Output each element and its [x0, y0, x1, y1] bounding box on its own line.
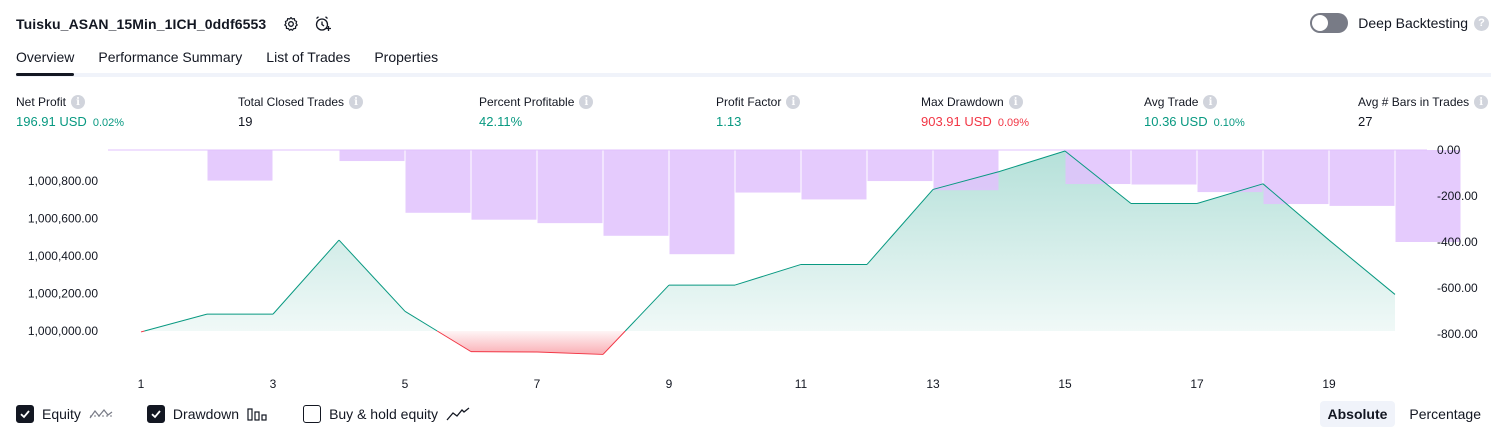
- drawdown-bar: [471, 150, 537, 220]
- checkbox-checked[interactable]: [16, 405, 34, 423]
- metric-percent: 0.02%: [92, 117, 125, 129]
- drawdown-label: Drawdown: [172, 406, 240, 422]
- metric-label: Avg # Bars in Trades: [1358, 95, 1470, 109]
- percentage-button[interactable]: Percentage: [1401, 401, 1489, 427]
- metric-label: Percent Profitable: [479, 95, 575, 109]
- x-axis-tick-label: 19: [1322, 377, 1336, 391]
- x-axis-tick-label: 17: [1190, 377, 1204, 391]
- right-axis-tick-label: 0.00: [1437, 143, 1461, 157]
- tab-properties[interactable]: Properties: [374, 44, 438, 76]
- x-axis-tick-label: 9: [666, 377, 673, 391]
- x-axis-tick-label: 13: [926, 377, 940, 391]
- metric-avg-trade: Avg Trade i 10.36 USD 0.10%: [1144, 94, 1245, 129]
- x-axis-tick-label: 7: [534, 377, 541, 391]
- drawdown-bar: [207, 150, 273, 181]
- settings-icon[interactable]: [282, 15, 300, 33]
- drawdown-bar: [405, 150, 471, 213]
- left-axis-tick-label: 1,000,600.00: [28, 212, 98, 226]
- metric-value: 42.11%: [479, 114, 523, 129]
- checkbox-unchecked[interactable]: [303, 405, 322, 423]
- buy-hold-line-icon: [446, 406, 470, 422]
- drawdown-bar: [669, 150, 735, 255]
- tab-bar: Overview Performance Summary List of Tra…: [16, 44, 462, 76]
- drawdown-bar: [1329, 150, 1395, 206]
- info-icon[interactable]: i: [579, 95, 594, 109]
- drawdown-bar: [1131, 150, 1197, 185]
- info-icon[interactable]: i: [1474, 95, 1489, 109]
- right-axis-tick-label: -800.00: [1437, 327, 1478, 341]
- metric-value: 196.91 USD: [16, 114, 87, 129]
- drawdown-bar: [735, 150, 801, 193]
- drawdown-bar: [1197, 150, 1263, 193]
- x-axis-tick-label: 5: [402, 377, 409, 391]
- metric-value: 19: [238, 114, 253, 129]
- checkbox-checked[interactable]: [146, 405, 165, 423]
- buy-hold-checkbox[interactable]: Buy & hold equity: [303, 405, 470, 423]
- metric-value: 903.91 USD: [921, 114, 992, 129]
- left-axis-tick-label: 1,000,400.00: [28, 249, 98, 263]
- drawdown-bar: [537, 150, 603, 224]
- metric-percent-profitable: Percent Profitable i 42.11%: [479, 94, 594, 129]
- metric-total-closed-trades: Total Closed Trades i 19: [238, 94, 364, 129]
- metric-percent: 0.10%: [1213, 117, 1245, 129]
- strategy-header: Tuisku_ASAN_15Min_1ICH_0ddf6553: [16, 12, 332, 36]
- equity-checkbox[interactable]: Equity: [16, 405, 113, 423]
- equity-label: Equity: [42, 406, 81, 422]
- drawdown-bar: [801, 150, 867, 200]
- info-icon[interactable]: i: [786, 95, 801, 109]
- tab-list-of-trades[interactable]: List of Trades: [266, 44, 350, 76]
- left-axis-tick-label: 1,000,200.00: [28, 287, 98, 301]
- metrics-row: Net Profit i 196.91 USD 0.02% Total Closed…: [0, 94, 1507, 134]
- value-mode-switch: Absolute Percentage: [1314, 401, 1490, 427]
- drawdown-bar: [1065, 150, 1131, 185]
- right-axis-tick-label: -600.00: [1437, 281, 1478, 295]
- metric-value: 10.36 USD: [1144, 114, 1208, 129]
- info-icon[interactable]: i: [71, 95, 86, 109]
- metric-label: Net Profit: [16, 95, 67, 109]
- drawdown-checkbox[interactable]: Drawdown: [146, 405, 269, 423]
- equity-line-icon: [89, 406, 113, 422]
- absolute-button[interactable]: Absolute: [1319, 401, 1396, 427]
- info-icon[interactable]: i: [1203, 95, 1218, 109]
- tab-overview[interactable]: Overview: [16, 44, 75, 76]
- chart-legend: Equity Drawdown Buy & hold equity: [16, 403, 504, 425]
- drawdown-bar: [1263, 150, 1329, 205]
- x-axis-tick-label: 1: [138, 377, 145, 391]
- x-axis-tick-label: 15: [1058, 377, 1072, 391]
- help-icon[interactable]: ?: [1474, 15, 1489, 31]
- x-axis-tick-label: 11: [795, 377, 808, 391]
- deep-backtesting-control: Deep Backtesting ?: [1310, 13, 1489, 33]
- left-axis-tick-label: 1,000,000.00: [28, 324, 98, 338]
- drawdown-bar: [339, 150, 405, 162]
- metric-avg-bars-in-trades: Avg # Bars in Trades i 27: [1358, 94, 1489, 129]
- info-icon[interactable]: i: [1008, 95, 1023, 109]
- metric-net-profit: Net Profit i 196.91 USD 0.02%: [16, 94, 124, 129]
- strategy-title: Tuisku_ASAN_15Min_1ICH_0ddf6553: [16, 16, 267, 32]
- right-axis-tick-label: -200.00: [1437, 189, 1478, 203]
- drawdown-bar: [867, 150, 933, 182]
- metric-profit-factor: Profit Factor i 1.13: [716, 94, 801, 129]
- right-axis-tick-label: -400.00: [1437, 235, 1478, 249]
- tab-performance-summary[interactable]: Performance Summary: [98, 44, 242, 76]
- left-axis-tick-label: 1,000,800.00: [28, 174, 98, 188]
- equity-area-negative: [141, 331, 1395, 355]
- buy-hold-label: Buy & hold equity: [329, 406, 439, 422]
- x-axis-tick-label: 3: [270, 377, 277, 391]
- metric-max-drawdown: Max Drawdown i 903.91 USD 0.09%: [921, 94, 1029, 129]
- drawdown-bar: [603, 150, 669, 236]
- equity-drawdown-chart[interactable]: 1,000,000.00 1,000,200.00 1,000,400.00 1,00…: [0, 140, 1507, 395]
- metric-label: Avg Trade: [1144, 95, 1199, 109]
- metric-percent: 0.09%: [997, 117, 1030, 129]
- drawdown-bar: [933, 150, 999, 191]
- info-icon[interactable]: i: [349, 95, 364, 109]
- add-alert-icon[interactable]: [314, 15, 332, 33]
- deep-backtesting-label: Deep Backtesting: [1358, 15, 1468, 31]
- drawdown-bars-icon: [247, 406, 269, 422]
- metric-label: Max Drawdown: [921, 95, 1004, 109]
- metric-label: Profit Factor: [716, 95, 782, 109]
- metric-value: 1.13: [716, 114, 742, 129]
- deep-backtesting-toggle[interactable]: [1310, 13, 1349, 33]
- metric-value: 27: [1358, 114, 1373, 129]
- metric-label: Total Closed Trades: [238, 95, 345, 109]
